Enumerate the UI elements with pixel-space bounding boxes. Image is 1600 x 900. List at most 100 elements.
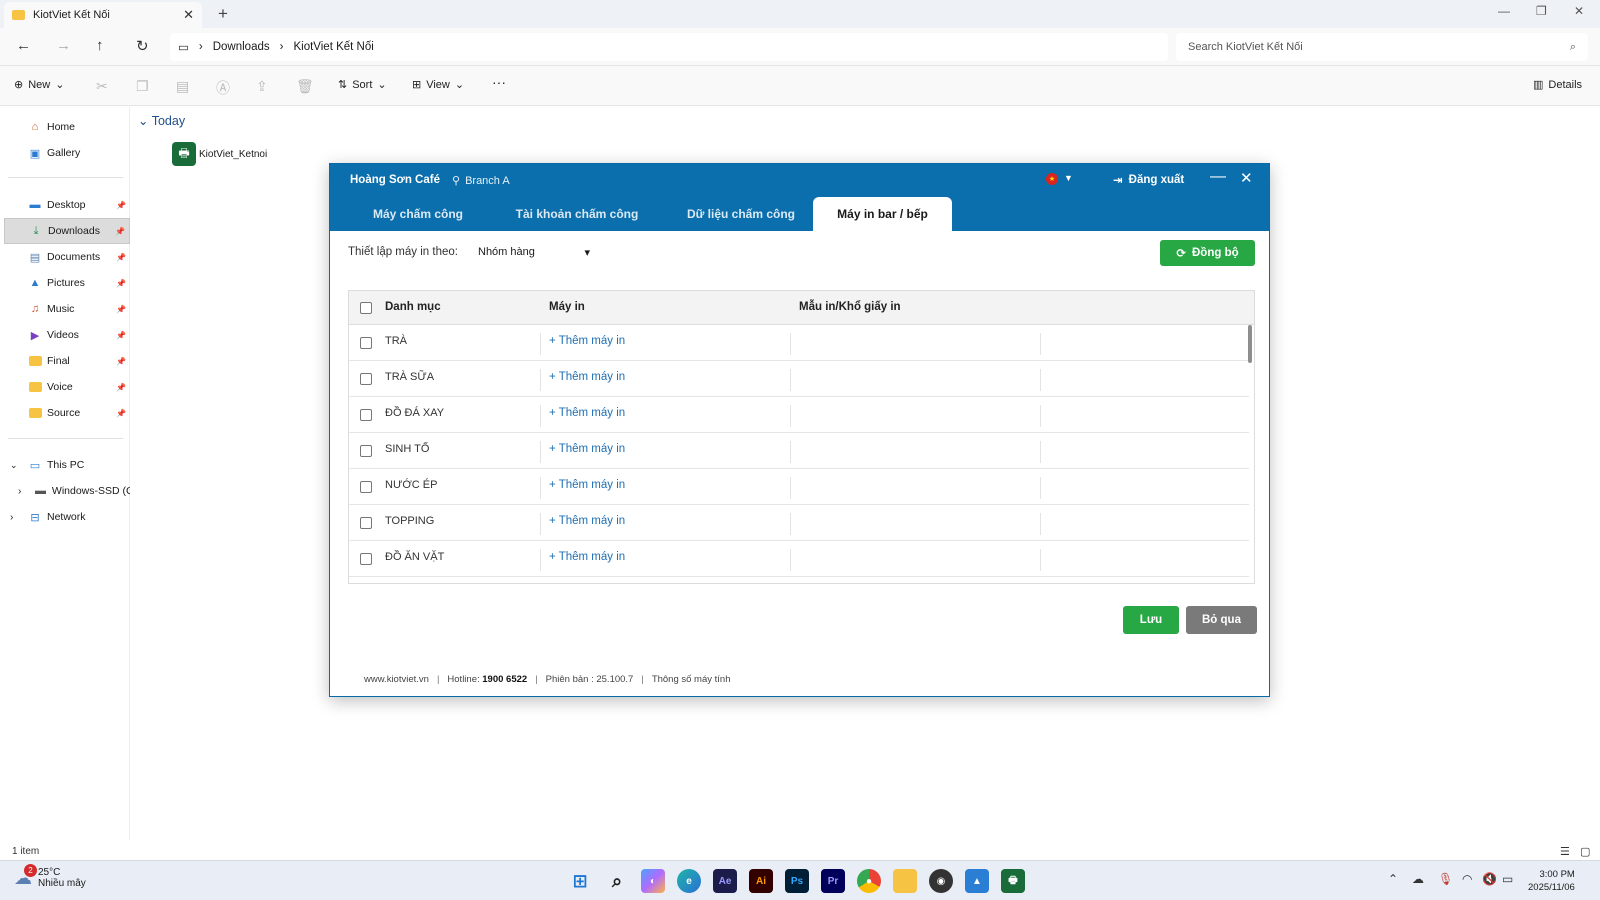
search-input[interactable]: Search KiotViet Kết Nối ⌕ bbox=[1176, 33, 1588, 61]
delete-icon[interactable]: 🗑 bbox=[296, 78, 314, 95]
add-printer-link[interactable]: + Thêm máy in bbox=[549, 479, 625, 491]
tab-may-cham-cong[interactable]: Máy chấm công bbox=[348, 197, 488, 231]
new-button[interactable]: ⊕ New ⌄ bbox=[14, 78, 64, 92]
add-printer-link[interactable]: + Thêm máy in bbox=[549, 515, 625, 527]
add-printer-link[interactable]: + Thêm máy in bbox=[549, 335, 625, 347]
tiles-view-icon[interactable]: ▢ bbox=[1580, 845, 1590, 858]
cut-icon[interactable]: ✂ bbox=[96, 78, 108, 95]
tab-tai-khoan-cham-cong[interactable]: Tài khoản chấm công bbox=[496, 197, 658, 231]
search-icon[interactable]: ⌕ bbox=[605, 869, 629, 893]
microphone-icon[interactable]: 🎙 bbox=[1438, 872, 1453, 886]
row-checkbox[interactable] bbox=[360, 481, 372, 493]
file-item[interactable]: 🖶 KiotViet_Ketnoi bbox=[172, 142, 267, 166]
caret-down-icon[interactable]: ▼ bbox=[1064, 173, 1073, 183]
sidebar-item-pictures[interactable]: ▲ Pictures 📌 bbox=[4, 270, 130, 296]
maximize-button[interactable]: ❐ bbox=[1536, 4, 1547, 18]
group-header-today[interactable]: ⌄ Today bbox=[138, 113, 185, 128]
new-tab-button[interactable]: + bbox=[218, 4, 228, 24]
select-all-checkbox[interactable] bbox=[360, 302, 372, 314]
wifi-icon[interactable]: ◠ bbox=[1462, 872, 1472, 886]
copilot-icon[interactable]: ◐ bbox=[641, 869, 665, 893]
forward-button[interactable]: → bbox=[56, 37, 71, 54]
address-bar: ← → ↑ ↻ ▭ › Downloads › KiotViet Kết Nối… bbox=[0, 28, 1600, 66]
photos-icon[interactable]: ▲ bbox=[965, 869, 989, 893]
sidebar-item-downloads[interactable]: ⤓ Downloads 📌 bbox=[4, 218, 130, 244]
sidebar-item-music[interactable]: ♫ Music 📌 bbox=[4, 296, 130, 322]
illustrator-icon[interactable]: Ai bbox=[749, 869, 773, 893]
row-checkbox[interactable] bbox=[360, 517, 372, 529]
sort-button[interactable]: ⇅ Sort ⌄ bbox=[338, 78, 387, 92]
close-tab-icon[interactable]: ✕ bbox=[183, 7, 194, 23]
logout-button[interactable]: ⇥ Đăng xuất bbox=[1113, 173, 1184, 187]
list-view-icon[interactable]: ☰ bbox=[1560, 845, 1570, 858]
after-effects-icon[interactable]: Ae bbox=[713, 869, 737, 893]
row-checkbox[interactable] bbox=[360, 445, 372, 457]
separator: | bbox=[436, 674, 440, 685]
start-icon[interactable]: ⊞ bbox=[568, 869, 592, 893]
tab-du-lieu-cham-cong[interactable]: Dữ liệu chấm công bbox=[666, 197, 816, 231]
divider bbox=[1040, 405, 1041, 427]
breadcrumb-kiotviet[interactable]: KiotViet Kết Nối bbox=[293, 41, 373, 53]
photoshop-icon[interactable]: Ps bbox=[785, 869, 809, 893]
weather-widget[interactable]: ☁ 2 25°C Nhiều mây bbox=[14, 863, 86, 889]
cloud-off-icon[interactable]: ☁ bbox=[1412, 872, 1424, 886]
premiere-icon[interactable]: Pr bbox=[821, 869, 845, 893]
chevron-up-icon[interactable]: ⌃ bbox=[1388, 872, 1398, 886]
view-button[interactable]: ⊞ View ⌄ bbox=[412, 78, 464, 92]
more-options-button[interactable]: ··· bbox=[492, 74, 506, 90]
details-button[interactable]: ▥ Details bbox=[1533, 78, 1582, 92]
kiotviet-icon[interactable]: 🖶 bbox=[1001, 869, 1025, 893]
refresh-button[interactable]: ↻ bbox=[136, 37, 149, 55]
skip-button[interactable]: Bỏ qua bbox=[1186, 606, 1257, 634]
sidebar-item-voice[interactable]: Voice 📌 bbox=[4, 374, 130, 400]
sync-button[interactable]: ⟳ Đồng bộ bbox=[1160, 240, 1255, 266]
battery-icon[interactable]: ▭ bbox=[1502, 872, 1513, 886]
sidebar-item-gallery[interactable]: ▣ Gallery bbox=[4, 140, 130, 166]
up-button[interactable]: ↑ bbox=[96, 37, 104, 54]
share-icon[interactable]: ⇪ bbox=[256, 78, 268, 95]
system-specs-link[interactable]: Thông số máy tính bbox=[652, 674, 731, 685]
obs-icon[interactable]: ◉ bbox=[929, 869, 953, 893]
dialog-minimize-button[interactable]: — bbox=[1210, 168, 1226, 186]
videos-icon: ▶ bbox=[30, 329, 40, 342]
sidebar-item-drive[interactable]: › ▬ Windows-SSD (C: bbox=[4, 478, 130, 504]
row-checkbox[interactable] bbox=[360, 373, 372, 385]
sidebar-item-documents[interactable]: ▤ Documents 📌 bbox=[4, 244, 130, 270]
sidebar-item-videos[interactable]: ▶ Videos 📌 bbox=[4, 322, 130, 348]
sidebar-item-source[interactable]: Source 📌 bbox=[4, 400, 130, 426]
add-printer-link[interactable]: + Thêm máy in bbox=[549, 443, 625, 455]
minimize-button[interactable]: — bbox=[1498, 4, 1510, 18]
branch-selector[interactable]: ⚲ Branch A bbox=[452, 174, 510, 188]
sidebar-item-desktop[interactable]: ▬ Desktop 📌 bbox=[4, 192, 130, 218]
sidebar-item-network[interactable]: › ⊟ Network bbox=[4, 504, 130, 530]
sidebar-item-final[interactable]: Final 📌 bbox=[4, 348, 130, 374]
volume-muted-icon[interactable]: 🔇 bbox=[1482, 872, 1497, 886]
add-printer-link[interactable]: + Thêm máy in bbox=[549, 371, 625, 383]
file-explorer-icon[interactable] bbox=[893, 869, 917, 893]
add-printer-link[interactable]: + Thêm máy in bbox=[549, 407, 625, 419]
clock[interactable]: 3:00 PM 2025/11/06 bbox=[1528, 868, 1575, 894]
vietnam-flag-icon[interactable]: ★ bbox=[1046, 173, 1058, 185]
rename-icon[interactable]: Ⓐ bbox=[216, 78, 230, 98]
breadcrumb[interactable]: ▭ › Downloads › KiotViet Kết Nối bbox=[170, 33, 1168, 61]
copy-icon[interactable]: ❐ bbox=[136, 78, 149, 95]
row-checkbox[interactable] bbox=[360, 337, 372, 349]
chrome-icon[interactable]: ● bbox=[857, 869, 881, 893]
row-checkbox[interactable] bbox=[360, 553, 372, 565]
back-button[interactable]: ← bbox=[16, 37, 31, 54]
breadcrumb-downloads[interactable]: Downloads bbox=[213, 41, 270, 53]
tab-kiotviet-ket-noi[interactable]: KiotViet Kết Nối ✕ bbox=[4, 2, 202, 28]
printer-setting-select[interactable]: Nhóm hàng ▾ bbox=[478, 246, 590, 259]
paste-icon[interactable]: ▤ bbox=[176, 78, 189, 95]
dialog-close-button[interactable]: ✕ bbox=[1240, 169, 1253, 187]
tab-may-in-bar-bep[interactable]: Máy in bar / bếp bbox=[813, 197, 952, 231]
sidebar-item-this-pc[interactable]: ⌄ ▭ This PC bbox=[4, 452, 130, 478]
edge-icon[interactable]: e bbox=[677, 869, 701, 893]
sidebar-item-home[interactable]: ⌂ Home bbox=[4, 114, 130, 140]
save-button[interactable]: Lưu bbox=[1123, 606, 1179, 634]
add-printer-link[interactable]: + Thêm máy in bbox=[549, 551, 625, 563]
scrollbar-thumb[interactable] bbox=[1248, 325, 1252, 363]
row-checkbox[interactable] bbox=[360, 409, 372, 421]
website-link[interactable]: www.kiotviet.vn bbox=[364, 674, 429, 685]
close-window-button[interactable]: ✕ bbox=[1574, 4, 1584, 18]
